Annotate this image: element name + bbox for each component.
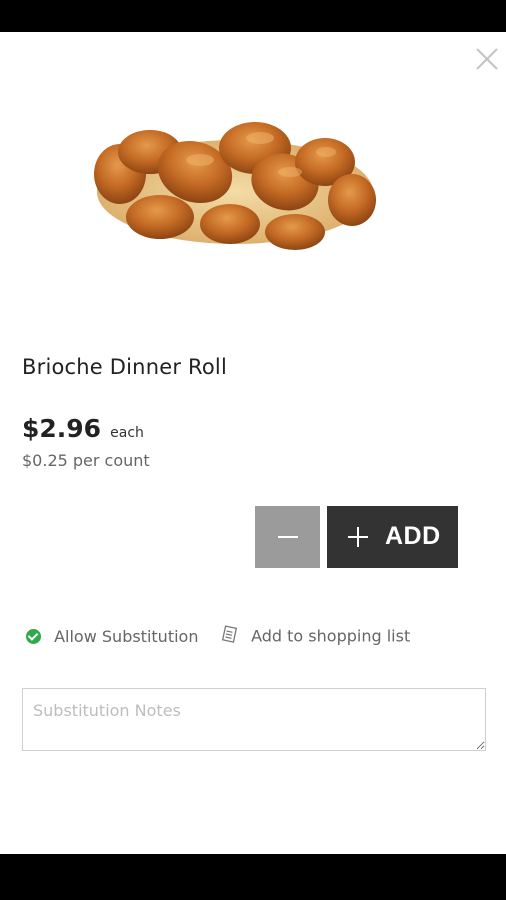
price-unit: each	[110, 425, 144, 441]
add-to-shopping-list-label: Add to shopping list	[251, 626, 411, 646]
allow-substitution-toggle[interactable]: Allow Substitution	[26, 626, 198, 646]
status-bar	[0, 0, 506, 32]
minus-icon	[278, 536, 298, 538]
close-button[interactable]	[474, 46, 500, 72]
substitution-notes-field[interactable]	[22, 688, 486, 751]
add-button-label: ADD	[385, 522, 441, 550]
close-icon	[476, 48, 498, 70]
price-row: $2.96 each	[22, 414, 144, 443]
add-to-cart-button[interactable]: ADD	[327, 506, 458, 568]
plus-icon	[348, 527, 368, 547]
product-price: $2.96	[22, 414, 102, 443]
add-to-shopping-list-link[interactable]: Add to shopping list	[220, 625, 410, 647]
product-title: Brioche Dinner Roll	[22, 355, 227, 379]
unit-price: $0.25 per count	[22, 451, 150, 470]
check-circle-icon	[26, 629, 41, 644]
product-image	[90, 112, 380, 262]
shopping-list-icon	[220, 625, 238, 647]
allow-substitution-label: Allow Substitution	[54, 627, 199, 646]
decrease-quantity-button[interactable]	[255, 506, 320, 568]
navigation-bar	[0, 854, 506, 900]
